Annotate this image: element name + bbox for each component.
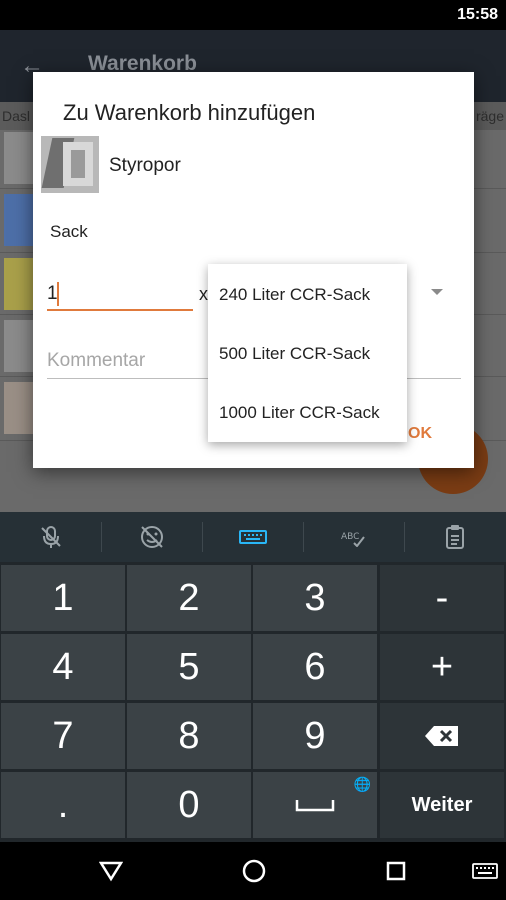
- list-header-left: Dasl: [2, 108, 31, 124]
- size-dropdown-menu: 240 Liter CCR-Sack 500 Liter CCR-Sack 10…: [208, 264, 407, 442]
- comment-placeholder: Kommentar: [47, 350, 146, 371]
- clipboard-icon[interactable]: [404, 512, 505, 562]
- key-4[interactable]: 4: [1, 634, 125, 700]
- list-item-thumbnail: [4, 132, 34, 184]
- navigation-bar: [0, 842, 506, 900]
- key-7[interactable]: 7: [1, 703, 125, 769]
- spellcheck-icon[interactable]: ABC: [303, 512, 404, 562]
- key-3[interactable]: 3: [253, 565, 377, 631]
- mic-off-icon[interactable]: [0, 512, 101, 562]
- globe-icon: 🌐: [353, 776, 371, 792]
- list-item-thumbnail: [4, 258, 34, 310]
- unit-label: Sack: [50, 222, 88, 241]
- list-item-thumbnail: [4, 320, 34, 372]
- backspace-key[interactable]: [380, 703, 504, 769]
- key-1[interactable]: 1: [1, 565, 125, 631]
- product-name: Styropor: [109, 155, 181, 176]
- space-key[interactable]: 🌐: [253, 772, 377, 838]
- text-cursor: [57, 282, 59, 306]
- keyboard-switch-icon[interactable]: [470, 856, 500, 886]
- keyboard-toolbar: ABC: [0, 512, 506, 562]
- key-dot[interactable]: .: [1, 772, 125, 838]
- status-time: 15:58: [457, 6, 498, 23]
- recents-square-icon[interactable]: [381, 856, 411, 886]
- dropdown-arrow-icon[interactable]: [431, 289, 443, 295]
- next-key[interactable]: Weiter: [380, 772, 504, 838]
- quantity-input[interactable]: 1: [47, 279, 193, 311]
- key-0[interactable]: 0: [127, 772, 251, 838]
- key-5[interactable]: 5: [127, 634, 251, 700]
- quantity-value: 1: [47, 283, 58, 304]
- key-2[interactable]: 2: [127, 565, 251, 631]
- numeric-keyboard: ABC 1 2 3 - 4 5 6 + 7 8 9 . 0 🌐 Weiter: [0, 512, 506, 842]
- key-6[interactable]: 6: [253, 634, 377, 700]
- home-circle-icon[interactable]: [239, 856, 269, 886]
- list-item-thumbnail: [4, 194, 34, 246]
- dropdown-option[interactable]: 500 Liter CCR-Sack: [219, 344, 370, 364]
- dropdown-option[interactable]: 240 Liter CCR-Sack: [219, 285, 370, 305]
- key-8[interactable]: 8: [127, 703, 251, 769]
- list-header-right: räge: [475, 108, 504, 124]
- backspace-icon: [425, 726, 458, 746]
- svg-text:ABC: ABC: [341, 532, 359, 542]
- back-triangle-icon[interactable]: [96, 856, 126, 886]
- status-bar: 15:58: [0, 0, 506, 30]
- ok-button[interactable]: OK: [408, 425, 432, 443]
- product-image: [41, 136, 99, 193]
- key-9[interactable]: 9: [253, 703, 377, 769]
- emoji-off-icon[interactable]: [101, 512, 202, 562]
- keyboard-icon[interactable]: [202, 512, 303, 562]
- dropdown-option[interactable]: 1000 Liter CCR-Sack: [219, 403, 380, 423]
- times-symbol: x: [199, 284, 208, 304]
- key-plus[interactable]: +: [380, 634, 504, 700]
- space-bar-icon: [295, 800, 335, 812]
- key-minus[interactable]: -: [380, 565, 504, 631]
- dialog-title: Zu Warenkorb hinzufügen: [63, 100, 316, 125]
- list-item-thumbnail: [4, 382, 34, 434]
